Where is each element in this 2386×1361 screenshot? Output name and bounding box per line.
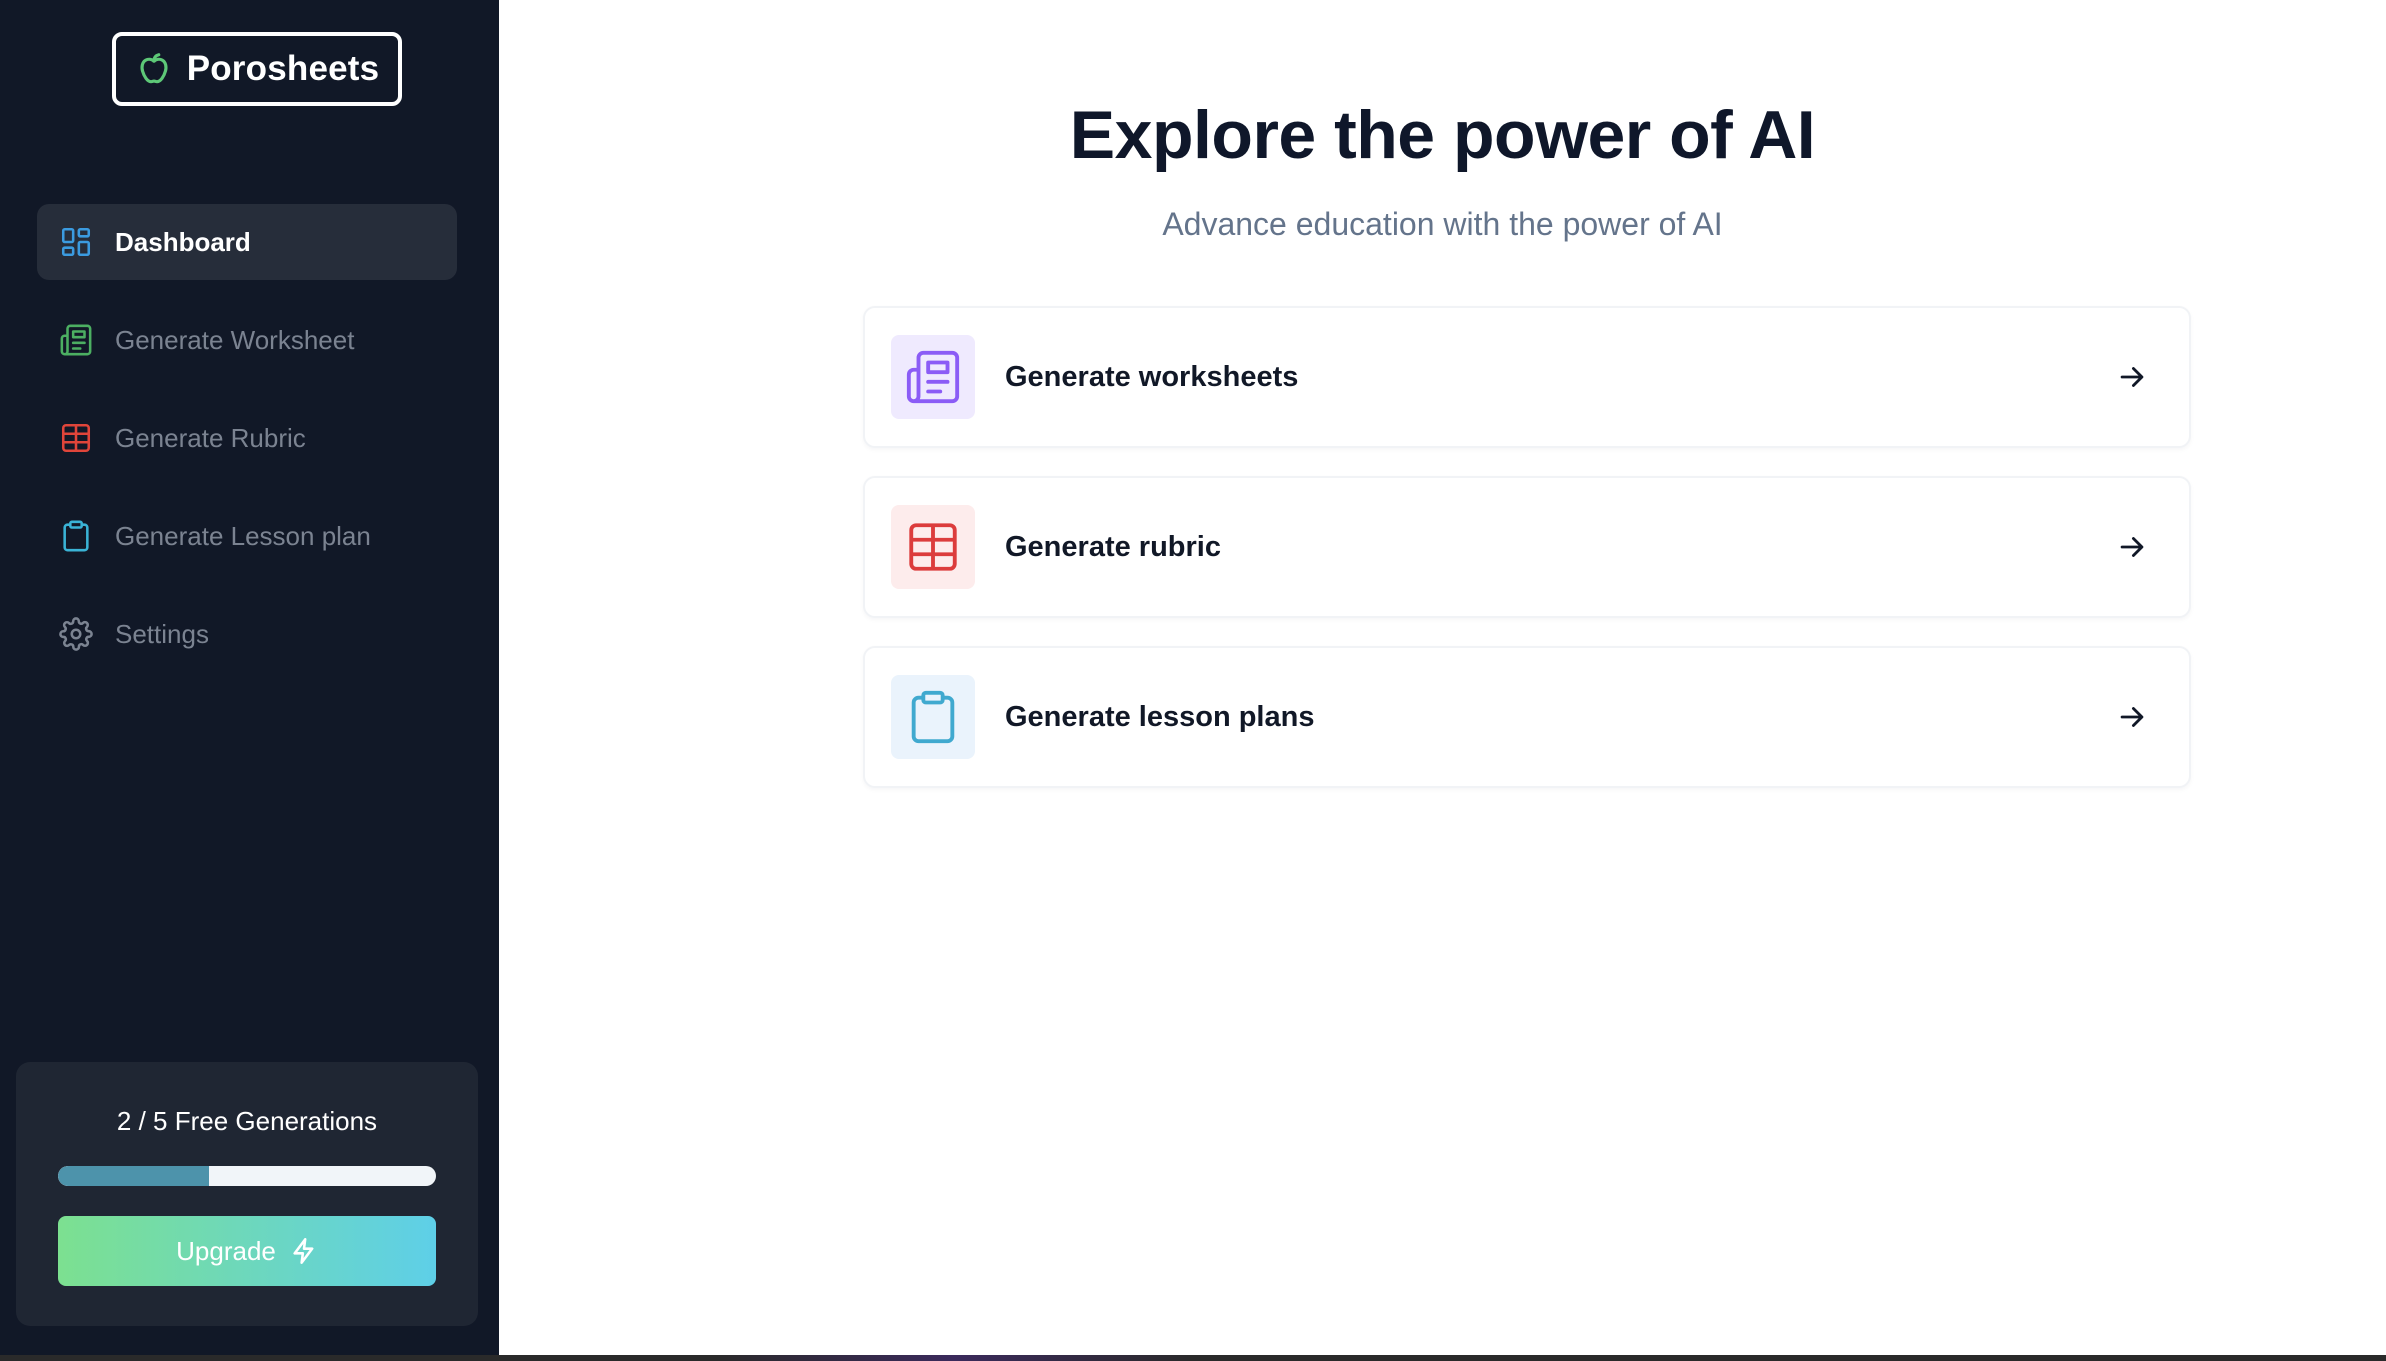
sidebar-item-label: Dashboard bbox=[115, 226, 251, 257]
sidebar-nav: Dashboard Generate Worksheet Generate Ru… bbox=[37, 204, 457, 694]
apple-icon bbox=[135, 50, 173, 88]
sidebar-item-label: Settings bbox=[115, 618, 209, 649]
sidebar-item-generate-worksheet[interactable]: Generate Worksheet bbox=[37, 302, 457, 378]
sidebar-item-generate-rubric[interactable]: Generate Rubric bbox=[37, 400, 457, 476]
sidebar-item-dashboard[interactable]: Dashboard bbox=[37, 204, 457, 280]
dashboard-icon bbox=[59, 225, 93, 259]
newspaper-icon bbox=[891, 335, 975, 419]
main-content: Explore the power of AI Advance educatio… bbox=[499, 0, 2386, 1355]
page-title: Explore the power of AI bbox=[1069, 97, 1816, 173]
usage-progress-fill bbox=[58, 1166, 210, 1186]
clipboard-icon bbox=[59, 519, 93, 553]
window-bottom-edge bbox=[0, 1355, 2386, 1361]
sidebar: Porosheets Dashboard Generate Worksheet … bbox=[0, 0, 499, 1355]
arrow-right-icon bbox=[2115, 530, 2149, 564]
brand-logo[interactable]: Porosheets bbox=[112, 32, 402, 106]
clipboard-icon bbox=[891, 675, 975, 759]
usage-card: 2 / 5 Free Generations Upgrade bbox=[16, 1062, 478, 1326]
card-label: Generate worksheets bbox=[1005, 360, 1299, 393]
newspaper-icon bbox=[59, 323, 93, 357]
card-label: Generate rubric bbox=[1005, 530, 1221, 563]
usage-count-text: 2 / 5 Free Generations bbox=[116, 1106, 378, 1136]
card-generate-lesson-plans[interactable]: Generate lesson plans bbox=[863, 646, 2191, 788]
sidebar-item-settings[interactable]: Settings bbox=[37, 596, 457, 672]
gear-icon bbox=[59, 617, 93, 651]
bolt-icon bbox=[290, 1237, 318, 1265]
page-subtitle: Advance education with the power of AI bbox=[1162, 206, 1723, 242]
arrow-right-icon bbox=[2115, 700, 2149, 734]
sidebar-item-label: Generate Worksheet bbox=[115, 324, 355, 355]
sidebar-item-generate-lesson-plan[interactable]: Generate Lesson plan bbox=[37, 498, 457, 574]
brand-name: Porosheets bbox=[186, 49, 380, 88]
upgrade-button-label: Upgrade bbox=[176, 1235, 276, 1266]
table-icon bbox=[891, 505, 975, 589]
feature-cards: Generate worksheets Generate rubric Gene… bbox=[863, 306, 2191, 816]
sidebar-item-label: Generate Lesson plan bbox=[115, 520, 371, 551]
card-label: Generate lesson plans bbox=[1005, 700, 1315, 733]
card-generate-worksheets[interactable]: Generate worksheets bbox=[863, 306, 2191, 448]
card-generate-rubric[interactable]: Generate rubric bbox=[863, 476, 2191, 618]
sidebar-item-label: Generate Rubric bbox=[115, 422, 306, 453]
usage-progress-bar bbox=[58, 1166, 436, 1186]
table-icon bbox=[59, 421, 93, 455]
upgrade-button[interactable]: Upgrade bbox=[58, 1216, 436, 1286]
app-window: Porosheets Dashboard Generate Worksheet … bbox=[0, 0, 2386, 1361]
arrow-right-icon bbox=[2115, 360, 2149, 394]
